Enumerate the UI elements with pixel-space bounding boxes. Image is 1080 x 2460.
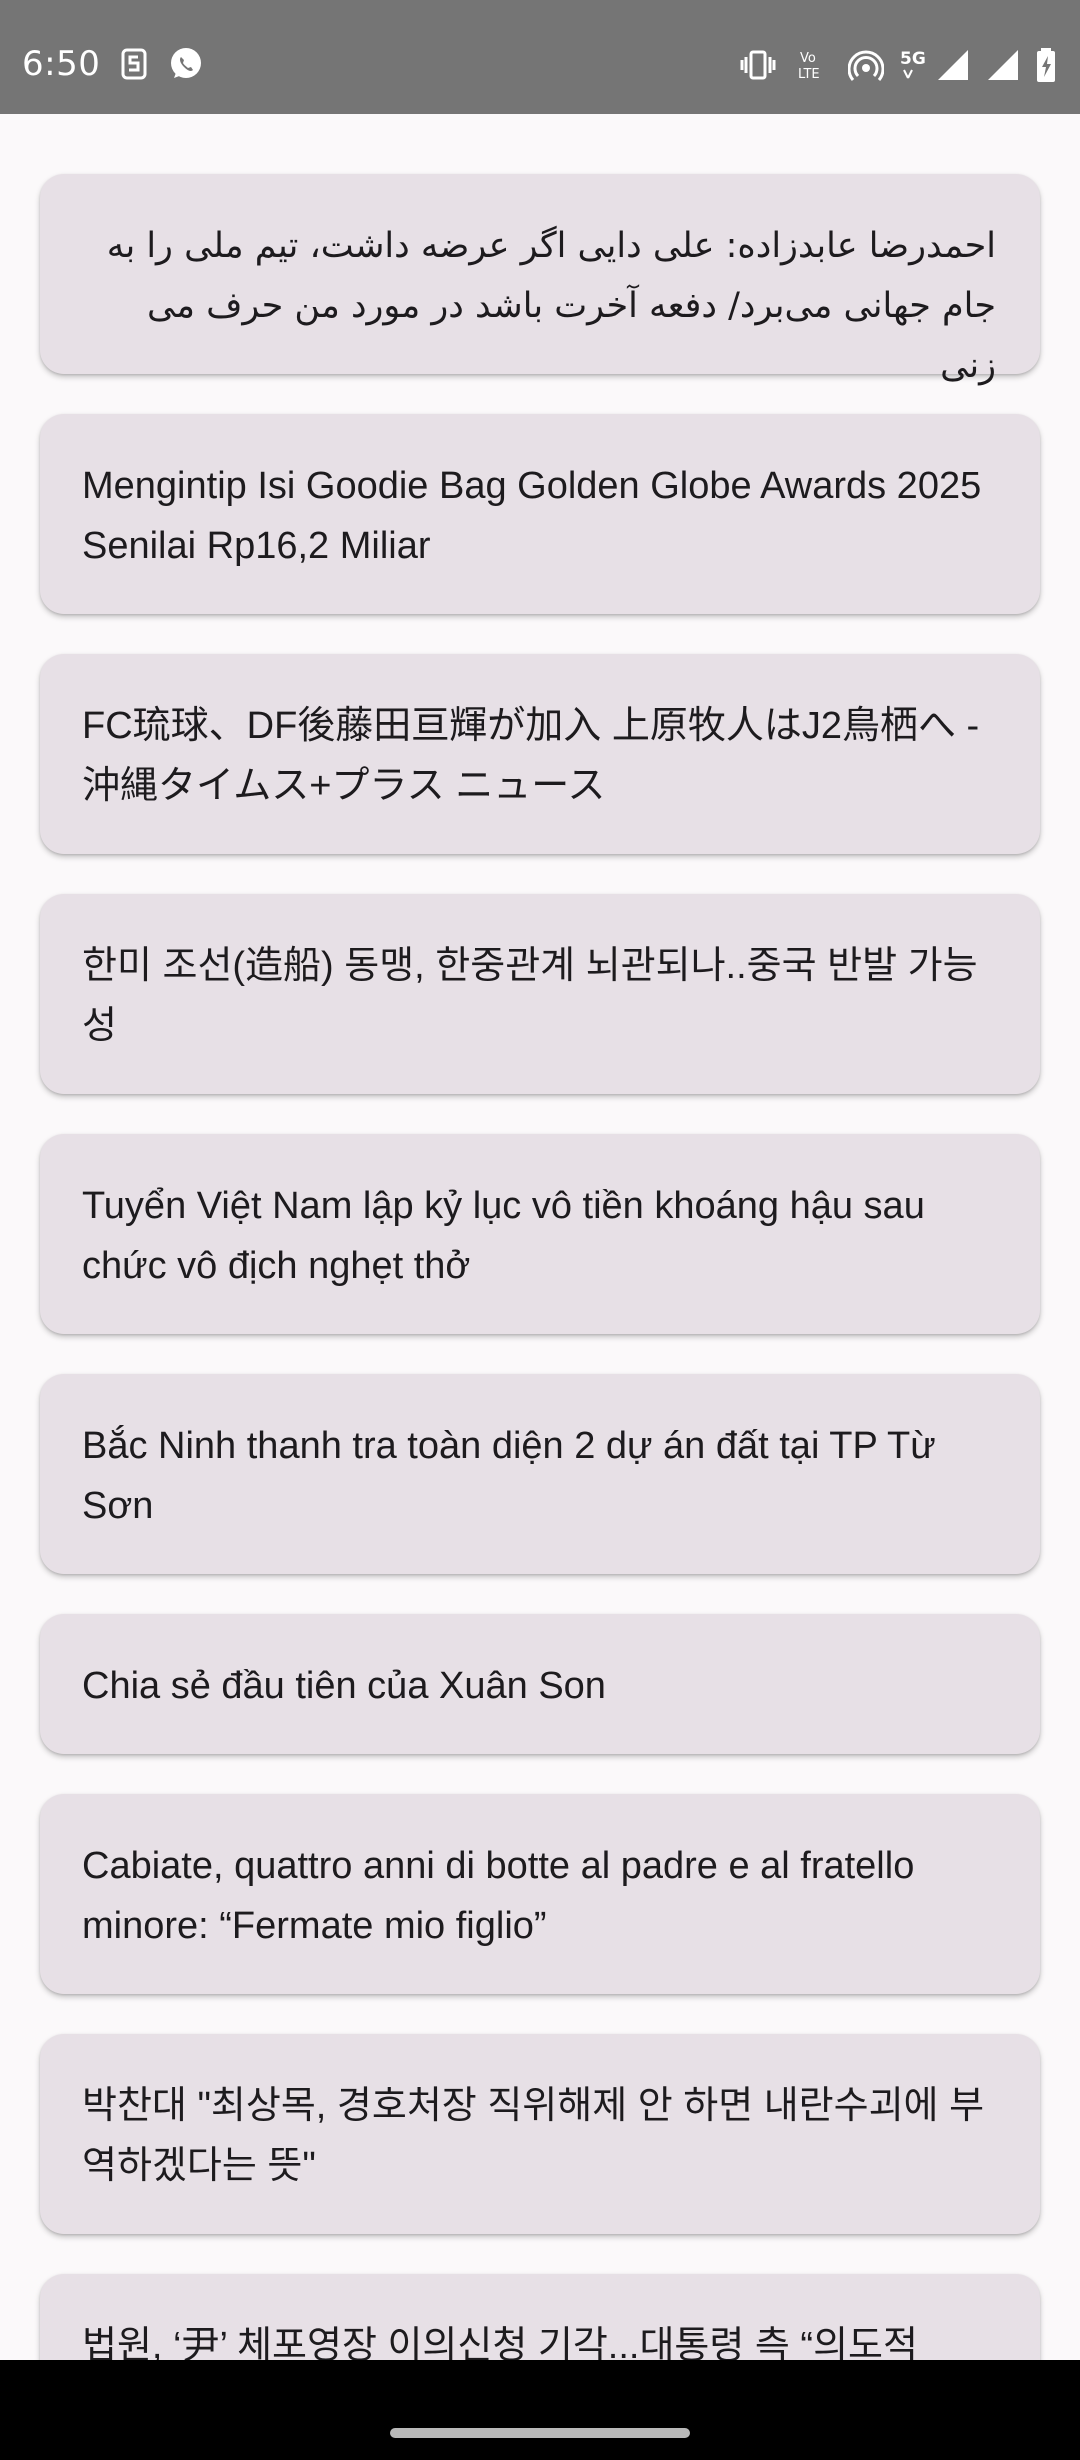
news-list[interactable]: احمدرضا عابدزاده: علی دایی اگر عرضه داشت… (0, 114, 1080, 2360)
status-bar: 6:50 Vo LTE 5G (0, 0, 1080, 114)
svg-text:Vo: Vo (800, 51, 816, 66)
news-title: Tuyển Việt Nam lập kỷ lục vô tiền khoáng… (82, 1185, 936, 1287)
news-title: احمدرضا عابدزاده: علی دایی اگر عرضه داشت… (95, 226, 996, 386)
navigation-bar (0, 2360, 1080, 2460)
news-card[interactable]: 박찬대 "최상목, 경호처장 직위해제 안 하면 내란수괴에 부역하겠다는 뜻" (40, 2034, 1040, 2234)
news-title: FC琉球、DF後藤田亘輝が加入 上原牧人はJ2鳥栖へ - 沖縄タイムス+プラス … (82, 705, 990, 807)
news-title: Mengintip Isi Goodie Bag Golden Globe Aw… (82, 465, 992, 567)
sim-s-icon (121, 48, 147, 80)
news-card[interactable]: FC琉球、DF後藤田亘輝が加入 上原牧人はJ2鳥栖へ - 沖縄タイムス+プラス … (40, 654, 1040, 854)
news-card[interactable]: Chia sẻ đầu tiên của Xuân Son (40, 1614, 1040, 1754)
news-title: Cabiate, quattro anni di botte al padre … (82, 1845, 925, 1947)
status-time: 6:50 (22, 44, 101, 84)
hotspot-icon (848, 50, 884, 81)
news-card[interactable]: Mengintip Isi Goodie Bag Golden Globe Aw… (40, 414, 1040, 614)
news-title: 한미 조선(造船) 동맹, 한중관계 뇌관되나..중국 반발 가능성 (82, 945, 978, 1047)
svg-text:5G: 5G (900, 49, 926, 69)
news-title: 법원, ‘尹’ 체포영장 이의신청 기각...대통령 측 “의도적 (82, 2325, 918, 2360)
news-card[interactable]: 법원, ‘尹’ 체포영장 이의신청 기각...대통령 측 “의도적 (40, 2274, 1040, 2360)
vibrate-icon (740, 50, 776, 80)
news-card[interactable]: Bắc Ninh thanh tra toàn diện 2 dự án đất… (40, 1374, 1040, 1574)
news-card[interactable]: Tuyển Việt Nam lập kỷ lục vô tiền khoáng… (40, 1134, 1040, 1334)
home-gesture-handle[interactable] (390, 2428, 690, 2438)
news-title: Chia sẻ đầu tiên của Xuân Son (82, 1665, 606, 1707)
news-card[interactable]: 한미 조선(造船) 동맹, 한중관계 뇌관되나..중국 반발 가능성 (40, 894, 1040, 1094)
news-title: Bắc Ninh thanh tra toàn diện 2 dự án đất… (82, 1425, 947, 1527)
svg-text:LTE: LTE (798, 67, 820, 82)
volte-icon: Vo LTE (798, 51, 820, 82)
whatsapp-icon (171, 48, 201, 78)
signal-icon (988, 50, 1018, 80)
5g-signal-icon: 5G (900, 49, 968, 80)
news-card[interactable]: احمدرضا عابدزاده: علی دایی اگر عرضه داشت… (40, 174, 1040, 386)
battery-charging-icon (1037, 48, 1055, 82)
news-card[interactable]: Cabiate, quattro anni di botte al padre … (40, 1794, 1040, 1994)
news-title: 박찬대 "최상목, 경호처장 직위해제 안 하면 내란수괴에 부역하겠다는 뜻" (82, 2085, 985, 2187)
